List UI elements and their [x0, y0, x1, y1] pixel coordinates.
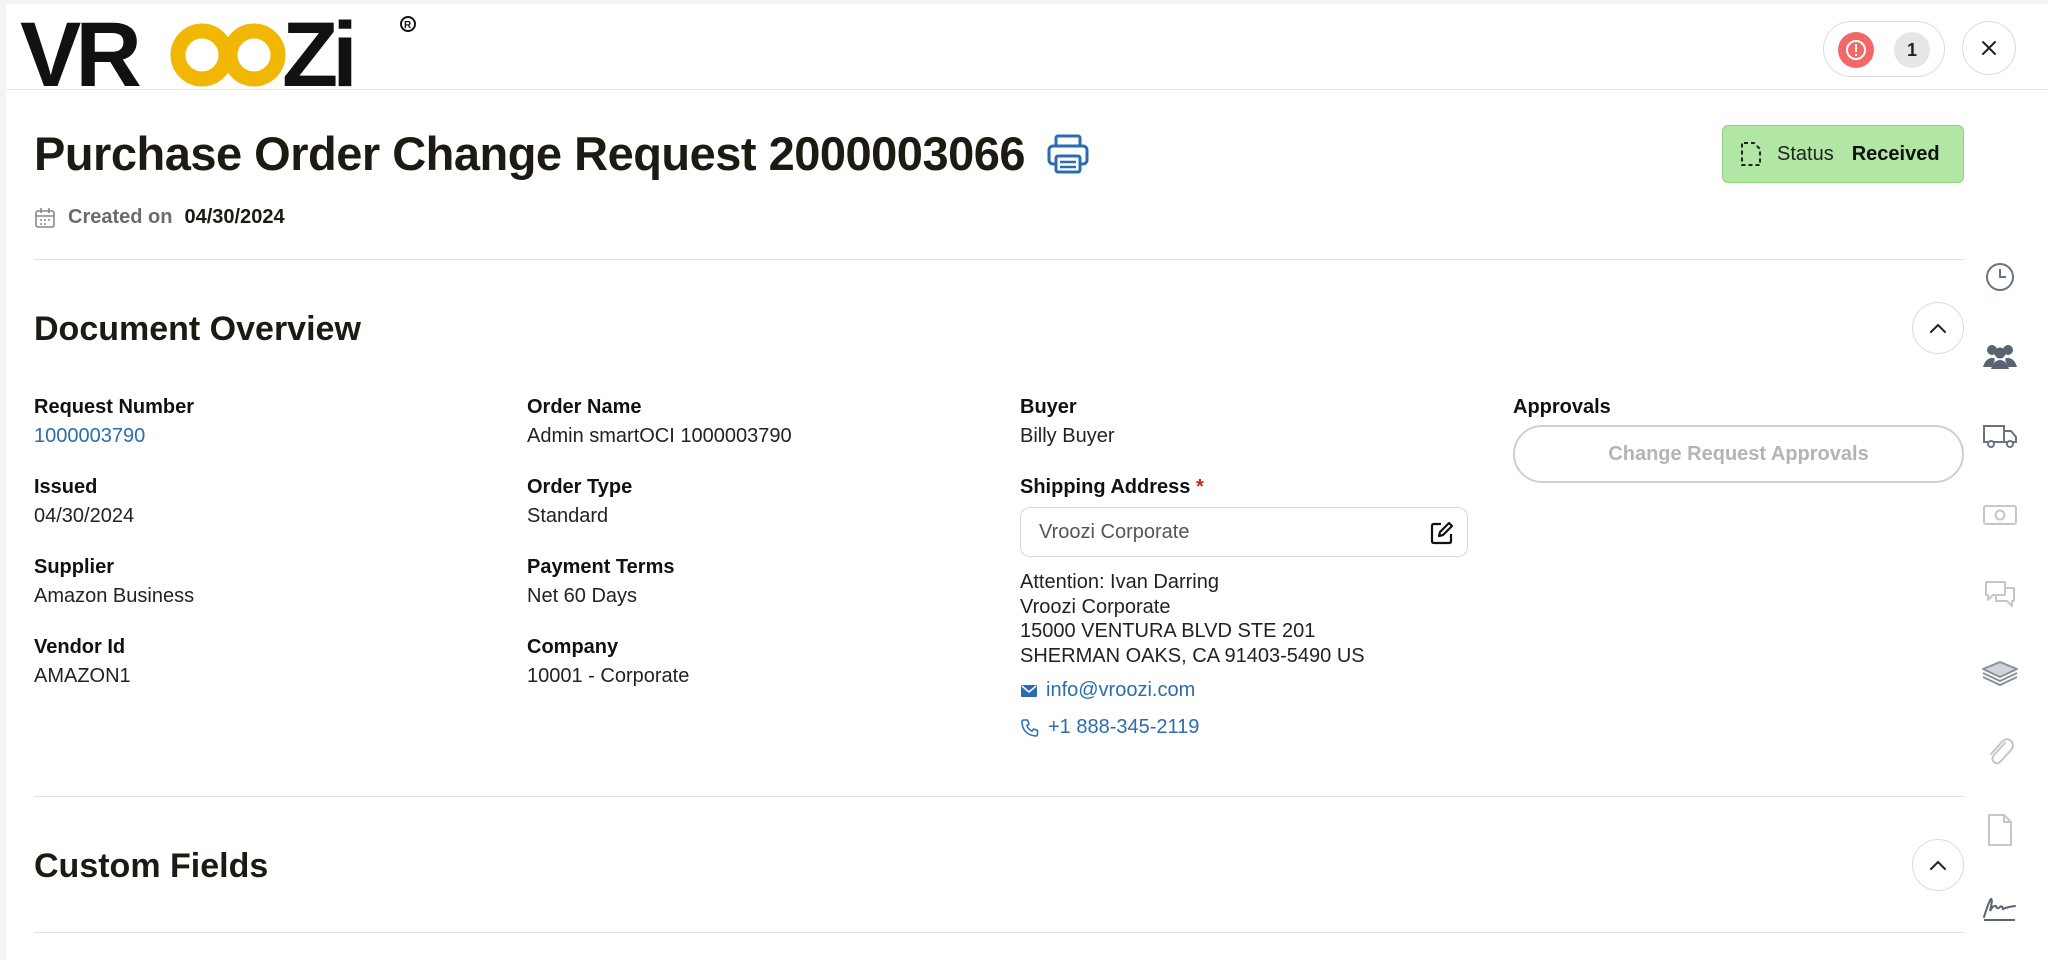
edit-icon[interactable] [1429, 520, 1455, 546]
signature-icon [1983, 897, 2016, 921]
document-status-icon [1741, 142, 1761, 166]
close-icon [1982, 41, 1996, 55]
shipping-address-block: Attention: Ivan Darring Vroozi Corporate… [1020, 570, 1365, 668]
top-bar: VR Zi R 1 [6, 4, 2048, 90]
address-line2: 15000 VENTURA BLVD STE 201 [1020, 620, 1316, 642]
created-date: 04/30/2024 [184, 206, 285, 228]
field-buyer: Buyer Billy Buyer [1020, 396, 1114, 448]
order-name-value: Admin smartOCI 1000003790 [527, 425, 792, 447]
alert-indicator[interactable]: 1 [1823, 21, 1945, 77]
stack-icon [1982, 661, 2018, 687]
close-button[interactable] [1962, 21, 2016, 75]
issued-label: Issued [34, 476, 98, 498]
order-type-value: Standard [527, 505, 609, 527]
divider [34, 796, 1964, 797]
chevron-up-icon [1930, 860, 1946, 870]
team-rail-button[interactable] [1978, 334, 2022, 378]
collapse-custom-fields-button[interactable] [1912, 839, 1964, 891]
email-text: info@vroozi.com [1046, 679, 1196, 701]
money-icon [1983, 505, 2017, 525]
chevron-up-icon [1930, 323, 1946, 333]
address-line3: SHERMAN OAKS, CA 91403-5490 US [1020, 644, 1365, 667]
calendar-icon [35, 207, 55, 228]
field-request-number: Request Number 1000003790 [34, 396, 194, 448]
print-icon[interactable] [1046, 132, 1090, 176]
alert-count: 1 [1894, 32, 1930, 68]
svg-text:R: R [404, 20, 412, 31]
svg-text:Zi: Zi [282, 10, 352, 90]
section-title-custom-fields: Custom Fields [34, 847, 269, 885]
vendor-id-value: AMAZON1 [34, 665, 131, 687]
field-payment-terms: Payment Terms Net 60 Days [527, 556, 674, 608]
signature-rail-button[interactable] [1978, 886, 2022, 930]
order-name-label: Order Name [527, 396, 642, 418]
payment-rail-button[interactable] [1978, 493, 2022, 537]
field-vendor-id: Vendor Id AMAZON1 [34, 636, 131, 688]
field-issued: Issued 04/30/2024 [34, 476, 134, 528]
section-title-overview: Document Overview [34, 310, 361, 348]
collapse-overview-button[interactable] [1912, 302, 1964, 354]
app-frame: VR Zi R 1 Purchase Order Change Request … [6, 4, 2048, 960]
mail-icon [1021, 684, 1037, 697]
clock-icon [1986, 263, 2014, 291]
buyer-label: Buyer [1020, 396, 1077, 418]
request-number-link[interactable]: 1000003790 [34, 425, 194, 448]
buyer-value: Billy Buyer [1020, 425, 1115, 447]
status-badge: Status Received [1722, 125, 1964, 183]
payment-terms-value: Net 60 Days [527, 585, 638, 607]
required-marker: * [1195, 476, 1204, 498]
phone-link[interactable]: +1 888-345-2119 [1020, 716, 1199, 739]
attachments-rail-button[interactable] [1978, 730, 2022, 774]
document-icon [1988, 814, 2012, 846]
approvals-label: Approvals [1513, 396, 1611, 418]
company-value: 10001 - Corporate [527, 665, 690, 687]
address-line1: Vroozi Corporate [1020, 595, 1171, 618]
change-request-approvals-button[interactable]: Change Request Approvals [1513, 425, 1964, 483]
svg-text:VR: VR [20, 10, 140, 90]
issued-value: 04/30/2024 [34, 505, 135, 527]
shipping-address-value: Vroozi Corporate [1039, 520, 1190, 543]
field-order-name: Order Name Admin smartOCI 1000003790 [527, 396, 792, 448]
comments-icon [1985, 581, 2015, 607]
status-label: Status [1777, 142, 1834, 165]
vroozi-logo: VR Zi R [20, 10, 416, 90]
field-approvals: Approvals [1513, 396, 1611, 425]
status-value: Received [1851, 142, 1940, 165]
divider [34, 259, 1964, 260]
company-label: Company [527, 636, 619, 658]
field-company: Company 10001 - Corporate [527, 636, 689, 688]
created-label: Created on [68, 206, 173, 228]
alert-icon [1838, 32, 1874, 68]
comments-rail-button[interactable] [1978, 572, 2022, 616]
shipping-label-row: Shipping Address * [1020, 476, 1204, 499]
users-icon [1983, 345, 2017, 369]
field-order-type: Order Type Standard [527, 476, 632, 528]
shipping-address-field[interactable]: Vroozi Corporate [1020, 507, 1468, 557]
supplier-value: Amazon Business [34, 585, 195, 607]
page-title: Purchase Order Change Request 2000003066 [34, 127, 1026, 180]
email-link[interactable]: info@vroozi.com [1020, 679, 1195, 702]
created-info: Created on 04/30/2024 [34, 206, 285, 229]
supplier-label: Supplier [34, 556, 115, 578]
address-attention: Attention: Ivan Darring [1020, 571, 1219, 593]
items-rail-button[interactable] [1978, 652, 2022, 696]
shipping-rail-button[interactable] [1978, 414, 2022, 458]
divider [34, 932, 1964, 933]
documents-rail-button[interactable] [1978, 808, 2022, 852]
field-shipping-address-label: Shipping Address * [1020, 476, 1204, 505]
history-rail-button[interactable] [1978, 255, 2022, 299]
order-type-label: Order Type [527, 476, 633, 498]
shipping-address-label: Shipping Address [1020, 476, 1191, 498]
phone-icon [1021, 718, 1039, 737]
truck-icon [1983, 425, 2017, 448]
payment-terms-label: Payment Terms [527, 556, 675, 578]
paperclip-icon [1990, 738, 2014, 765]
request-number-label: Request Number [34, 396, 195, 418]
vendor-id-label: Vendor Id [34, 636, 126, 658]
phone-text: +1 888-345-2119 [1048, 716, 1200, 738]
field-supplier: Supplier Amazon Business [34, 556, 194, 608]
